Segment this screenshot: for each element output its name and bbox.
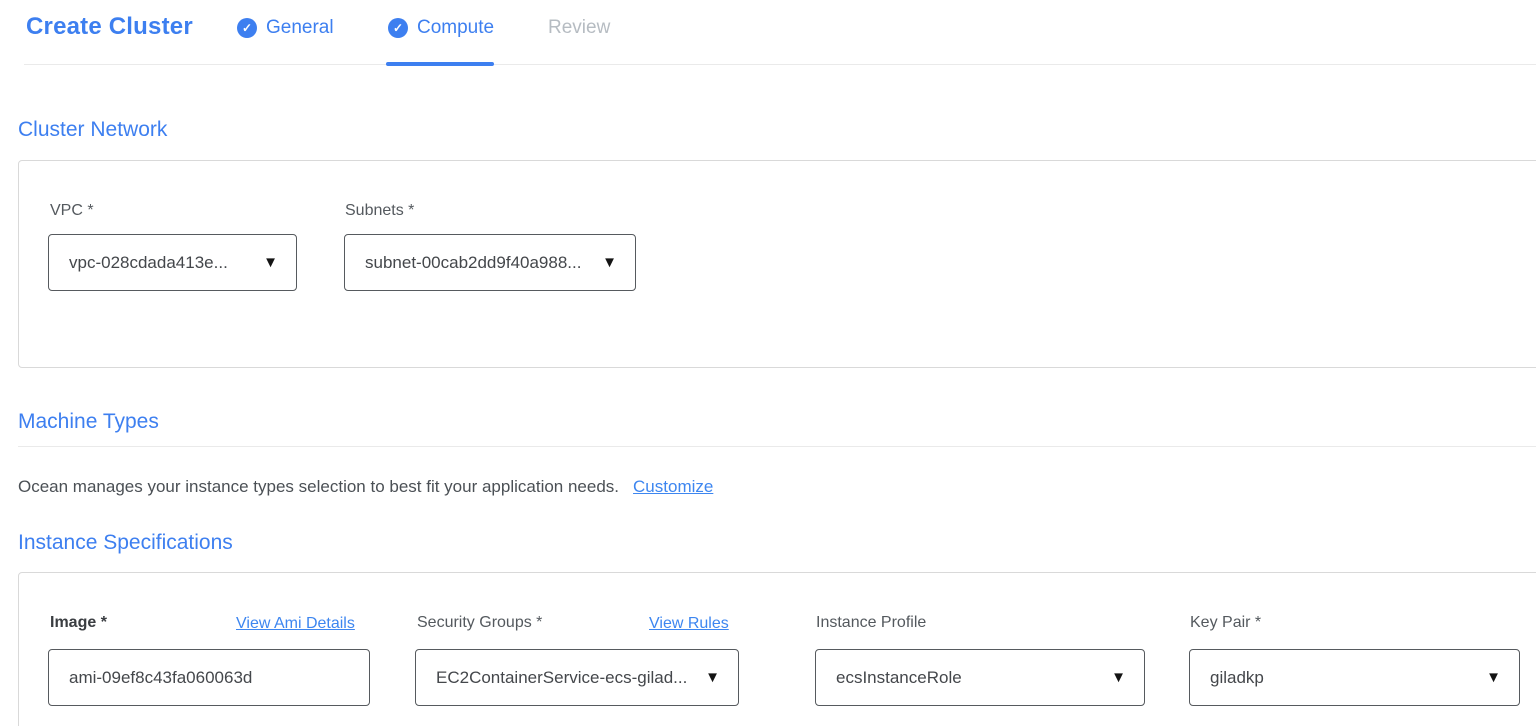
instance-profile-selected-value: ecsInstanceRole xyxy=(836,668,962,688)
tab-general-label: General xyxy=(266,17,334,39)
view-rules-link[interactable]: View Rules xyxy=(649,615,729,633)
chevron-down-icon: ▼ xyxy=(1476,670,1501,685)
vpc-dropdown[interactable]: vpc-028cdada413e... ▼ xyxy=(48,234,297,291)
chevron-down-icon: ▼ xyxy=(695,670,720,685)
chevron-down-icon: ▼ xyxy=(1101,670,1126,685)
subnets-selected-value: subnet-00cab2dd9f40a988... xyxy=(365,253,581,273)
chevron-down-icon: ▼ xyxy=(253,255,278,270)
header-divider xyxy=(24,64,1536,65)
instance-profile-label: Instance Profile xyxy=(816,614,926,632)
vpc-selected-value: vpc-028cdada413e... xyxy=(69,253,228,273)
key-pair-dropdown[interactable]: giladkp ▼ xyxy=(1189,649,1520,706)
tab-review-label: Review xyxy=(548,17,610,39)
instance-specifications-heading: Instance Specifications xyxy=(18,531,233,555)
security-groups-dropdown[interactable]: EC2ContainerService-ecs-gilad... ▼ xyxy=(415,649,739,706)
machine-types-heading: Machine Types xyxy=(18,410,159,434)
key-pair-selected-value: giladkp xyxy=(1210,668,1264,688)
vpc-label: VPC * xyxy=(50,202,94,220)
subnets-label: Subnets * xyxy=(345,202,414,220)
chevron-down-icon: ▼ xyxy=(592,255,617,270)
subnets-dropdown[interactable]: subnet-00cab2dd9f40a988... ▼ xyxy=(344,234,636,291)
security-groups-selected-value: EC2ContainerService-ecs-gilad... xyxy=(436,668,687,688)
key-pair-label: Key Pair * xyxy=(1190,614,1261,632)
image-label: Image * xyxy=(50,614,107,632)
machine-types-description: Ocean manages your instance types select… xyxy=(18,477,713,497)
active-tab-underline xyxy=(386,62,494,66)
tab-general[interactable]: ✓ General xyxy=(237,17,334,39)
tab-compute-label: Compute xyxy=(417,17,494,39)
create-cluster-screen: Create Cluster ✓ General ✓ Compute Revie… xyxy=(0,0,1536,726)
instance-profile-dropdown[interactable]: ecsInstanceRole ▼ xyxy=(815,649,1145,706)
customize-link[interactable]: Customize xyxy=(633,477,713,496)
page-title: Create Cluster xyxy=(26,13,193,41)
machine-types-divider xyxy=(18,446,1536,447)
view-ami-details-link[interactable]: View Ami Details xyxy=(236,615,355,633)
check-circle-icon: ✓ xyxy=(237,18,257,38)
check-circle-icon: ✓ xyxy=(388,18,408,38)
security-groups-label: Security Groups * xyxy=(417,614,542,632)
cluster-network-heading: Cluster Network xyxy=(18,118,167,142)
tab-compute[interactable]: ✓ Compute xyxy=(388,17,494,39)
tab-review[interactable]: Review xyxy=(548,17,610,39)
image-input[interactable] xyxy=(48,649,370,706)
machine-types-description-text: Ocean manages your instance types select… xyxy=(18,477,619,496)
